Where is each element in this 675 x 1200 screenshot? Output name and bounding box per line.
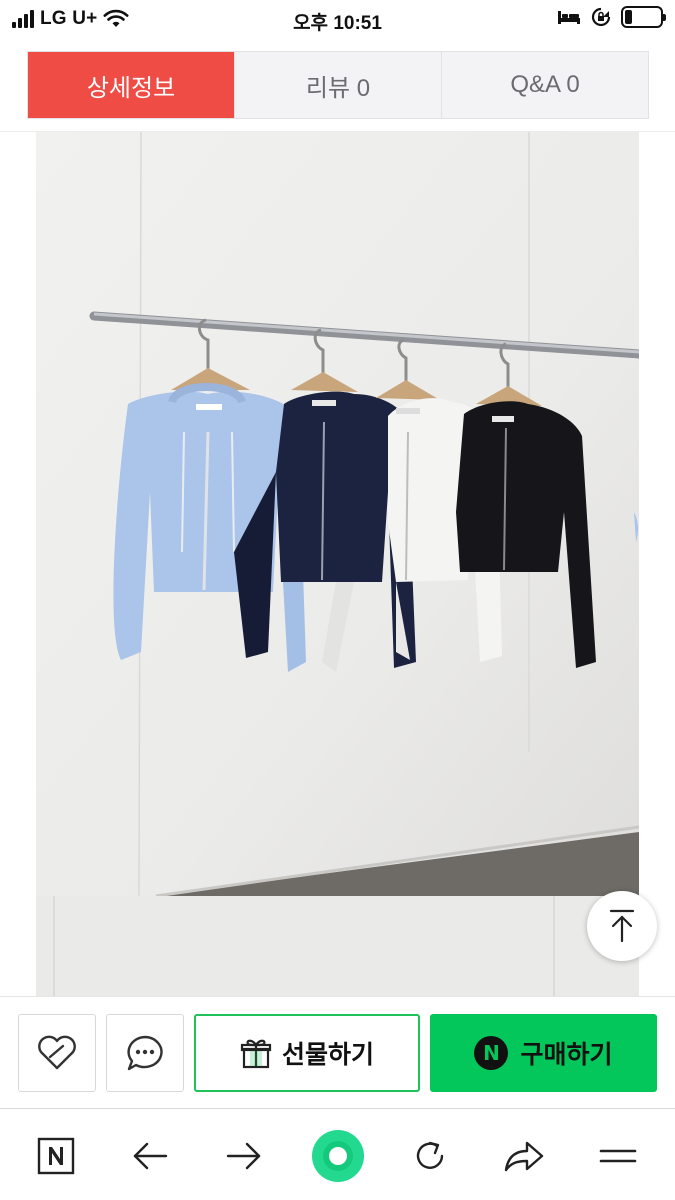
browser-toolbar	[0, 1108, 675, 1200]
like-button[interactable]	[18, 1014, 96, 1092]
green-dot-button[interactable]	[309, 1127, 367, 1185]
gift-button-label: 선물하기	[281, 1041, 374, 1069]
arrow-up-to-top-icon	[609, 909, 635, 943]
talk-button[interactable]	[106, 1014, 184, 1092]
back-button[interactable]	[125, 1131, 175, 1181]
buy-button-label: 구매하기	[520, 1041, 613, 1069]
back-arrow-icon	[133, 1142, 168, 1170]
gift-button[interactable]: 선물하기	[194, 1014, 420, 1092]
reload-icon	[416, 1141, 444, 1169]
gift-icon	[240, 1039, 272, 1069]
next-product-image	[36, 896, 639, 996]
menu-icon	[599, 1149, 637, 1163]
next-image-preview	[36, 896, 639, 996]
green-dot-icon	[312, 1130, 364, 1182]
product-image	[36, 132, 639, 896]
tab-detail-info[interactable]: 상세정보	[28, 52, 235, 118]
status-right	[557, 6, 666, 28]
reload-button[interactable]	[405, 1131, 455, 1181]
forward-button[interactable]	[219, 1131, 269, 1181]
scroll-to-top-button[interactable]	[587, 891, 657, 961]
battery-icon	[621, 6, 666, 28]
buy-button[interactable]: N 구매하기	[430, 1014, 657, 1092]
naver-home-button[interactable]	[31, 1131, 81, 1181]
heart-icon	[38, 1035, 76, 1070]
tab-qna[interactable]: Q&A 0	[442, 52, 648, 118]
share-button[interactable]	[499, 1131, 549, 1181]
product-tabs: 상세정보 리뷰 0 Q&A 0	[27, 51, 649, 119]
bed-icon	[558, 11, 580, 24]
share-icon	[504, 1141, 544, 1172]
battery-fill	[625, 10, 632, 24]
naver-pay-badge: N	[474, 1036, 509, 1070]
forward-arrow-icon	[226, 1142, 261, 1170]
chat-bubble-icon	[127, 1035, 163, 1071]
tab-reviews[interactable]: 리뷰 0	[235, 52, 442, 118]
status-bar: LG U+ 오후 10:51	[0, 0, 675, 40]
rotation-lock-icon	[591, 7, 611, 27]
naver-home-icon	[37, 1137, 75, 1175]
menu-button[interactable]	[593, 1131, 643, 1181]
product-photo	[36, 132, 639, 896]
purchase-action-bar: 선물하기 N 구매하기	[0, 996, 675, 1108]
